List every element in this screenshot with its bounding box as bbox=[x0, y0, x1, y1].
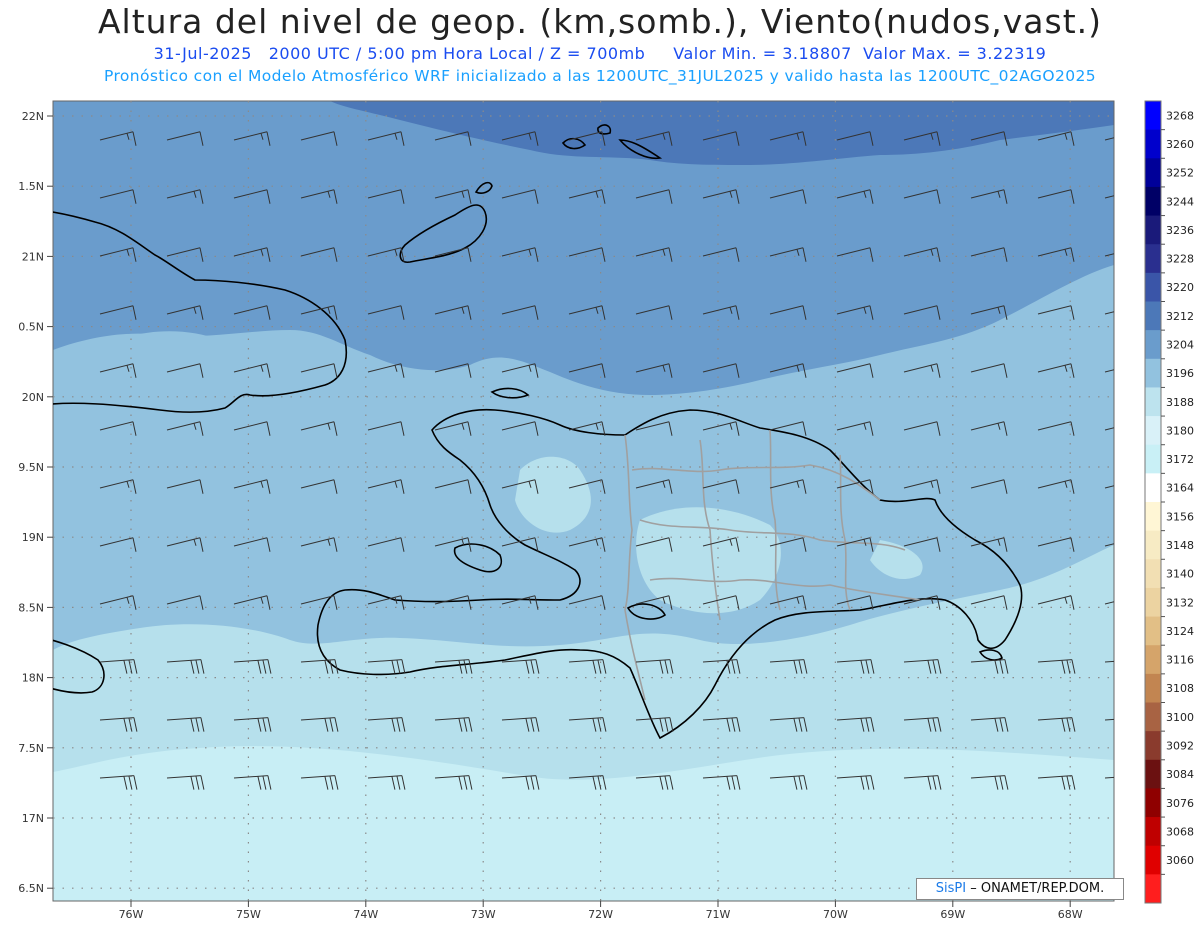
colorbar-swatch bbox=[1145, 702, 1161, 732]
colorbar-label: 3228 bbox=[1166, 253, 1194, 266]
lat-tick-label: 6.5N bbox=[18, 882, 44, 895]
colorbar-label: 3100 bbox=[1166, 711, 1194, 724]
lon-tick-label: 73W bbox=[471, 908, 496, 921]
lat-tick-label: 0.5N bbox=[18, 321, 44, 334]
lat-tick-label: 22N bbox=[22, 110, 44, 123]
lat-tick-label: 19N bbox=[22, 531, 44, 544]
lon-tick-label: 76W bbox=[119, 908, 144, 921]
lat-tick-label: 20N bbox=[22, 391, 44, 404]
lat-tick-label: 18N bbox=[22, 672, 44, 685]
lat-tick-label: 8.5N bbox=[18, 601, 44, 614]
colorbar-swatch bbox=[1145, 158, 1161, 188]
colorbar-label: 3092 bbox=[1166, 739, 1194, 752]
colorbar-label: 3252 bbox=[1166, 167, 1194, 180]
colorbar-label: 3148 bbox=[1166, 539, 1194, 552]
lat-tick-label: 7.5N bbox=[18, 742, 44, 755]
colorbar-label: 3244 bbox=[1166, 195, 1194, 208]
colorbar-swatch bbox=[1145, 731, 1161, 761]
colorbar-label: 3260 bbox=[1166, 138, 1194, 151]
colorbar-label: 3212 bbox=[1166, 310, 1194, 323]
colorbar-label: 3108 bbox=[1166, 682, 1194, 695]
colorbar-label: 3068 bbox=[1166, 825, 1194, 838]
colorbar-swatch bbox=[1145, 215, 1161, 245]
colorbar-swatch bbox=[1145, 444, 1161, 474]
latitude-axis: 22N 1.5N 21N 0.5N 20N 9.5N 19N 8.5N 18N 7.5N 17N 6.… bbox=[18, 110, 53, 895]
credit-text: – ONAMET/REP.DOM. bbox=[970, 881, 1105, 896]
colorbar-swatch bbox=[1145, 416, 1161, 446]
lon-tick-label: 68W bbox=[1058, 908, 1083, 921]
colorbar-label: 3060 bbox=[1166, 854, 1194, 867]
lat-tick-label: 21N bbox=[22, 250, 44, 263]
colorbar-label: 3196 bbox=[1166, 367, 1194, 380]
lon-tick-label: 70W bbox=[823, 908, 848, 921]
colorbar-swatch bbox=[1145, 387, 1161, 417]
lon-tick-label: 74W bbox=[353, 908, 378, 921]
colorbar-label: 3220 bbox=[1166, 281, 1194, 294]
colorbar-label: 3124 bbox=[1166, 625, 1194, 638]
colorbar-label: 3116 bbox=[1166, 654, 1194, 667]
lat-tick-label: 1.5N bbox=[18, 180, 44, 193]
lon-tick-label: 69W bbox=[940, 908, 965, 921]
colorbar-swatch bbox=[1145, 101, 1161, 131]
colorbar-swatch bbox=[1145, 759, 1161, 789]
colorbar-label: 3156 bbox=[1166, 510, 1194, 523]
credit-box: SisPI – ONAMET/REP.DOM. bbox=[916, 878, 1124, 900]
colorbar-swatch bbox=[1145, 530, 1161, 560]
longitude-axis: 76W 75W 74W 73W 72W 71W 70W 69W 68W bbox=[119, 901, 1083, 921]
colorbar-swatch bbox=[1145, 673, 1161, 703]
colorbar: 3268 3260 3252 3244 3236 3228 3220 3212 3204 3196… bbox=[1144, 100, 1194, 904]
lat-tick-label: 17N bbox=[22, 812, 44, 825]
sispi-logo-text: SisPI bbox=[935, 881, 967, 896]
colorbar-label: 3084 bbox=[1166, 768, 1194, 781]
colorbar-swatch bbox=[1145, 330, 1161, 360]
colorbar-label: 3180 bbox=[1166, 424, 1194, 437]
colorbar-swatch bbox=[1145, 845, 1161, 875]
colorbar-swatch bbox=[1145, 129, 1161, 159]
colorbar-swatch bbox=[1145, 358, 1161, 388]
colorbar-label: 3076 bbox=[1166, 797, 1194, 810]
colorbar-label: 3140 bbox=[1166, 568, 1194, 581]
weather-map: 22N 1.5N 21N 0.5N 20N 9.5N 19N 8.5N 18N 7.5N 17N 6.… bbox=[18, 100, 1194, 921]
colorbar-swatch bbox=[1145, 645, 1161, 675]
colorbar-label: 3236 bbox=[1166, 224, 1194, 237]
colorbar-swatch bbox=[1145, 874, 1161, 904]
colorbar-swatch bbox=[1145, 817, 1161, 847]
lon-tick-label: 72W bbox=[588, 908, 613, 921]
colorbar-label: 3204 bbox=[1166, 338, 1194, 351]
colorbar-label: 3268 bbox=[1166, 109, 1194, 122]
lon-tick-label: 71W bbox=[706, 908, 731, 921]
lat-tick-label: 9.5N bbox=[18, 461, 44, 474]
colorbar-swatch bbox=[1145, 301, 1161, 331]
colorbar-label: 3164 bbox=[1166, 482, 1194, 495]
lon-tick-label: 75W bbox=[236, 908, 261, 921]
colorbar-swatch bbox=[1145, 473, 1161, 503]
colorbar-swatch bbox=[1145, 788, 1161, 818]
colorbar-label: 3188 bbox=[1166, 396, 1194, 409]
colorbar-label: 3132 bbox=[1166, 596, 1194, 609]
colorbar-label: 3172 bbox=[1166, 453, 1194, 466]
colorbar-swatch bbox=[1145, 502, 1161, 532]
colorbar-swatch bbox=[1145, 272, 1161, 302]
colorbar-swatch bbox=[1145, 587, 1161, 618]
colorbar-swatch bbox=[1145, 244, 1161, 274]
height-field-shading bbox=[53, 101, 1114, 901]
colorbar-swatch bbox=[1145, 559, 1161, 589]
colorbar-swatch bbox=[1145, 616, 1161, 646]
colorbar-swatch bbox=[1145, 186, 1161, 217]
